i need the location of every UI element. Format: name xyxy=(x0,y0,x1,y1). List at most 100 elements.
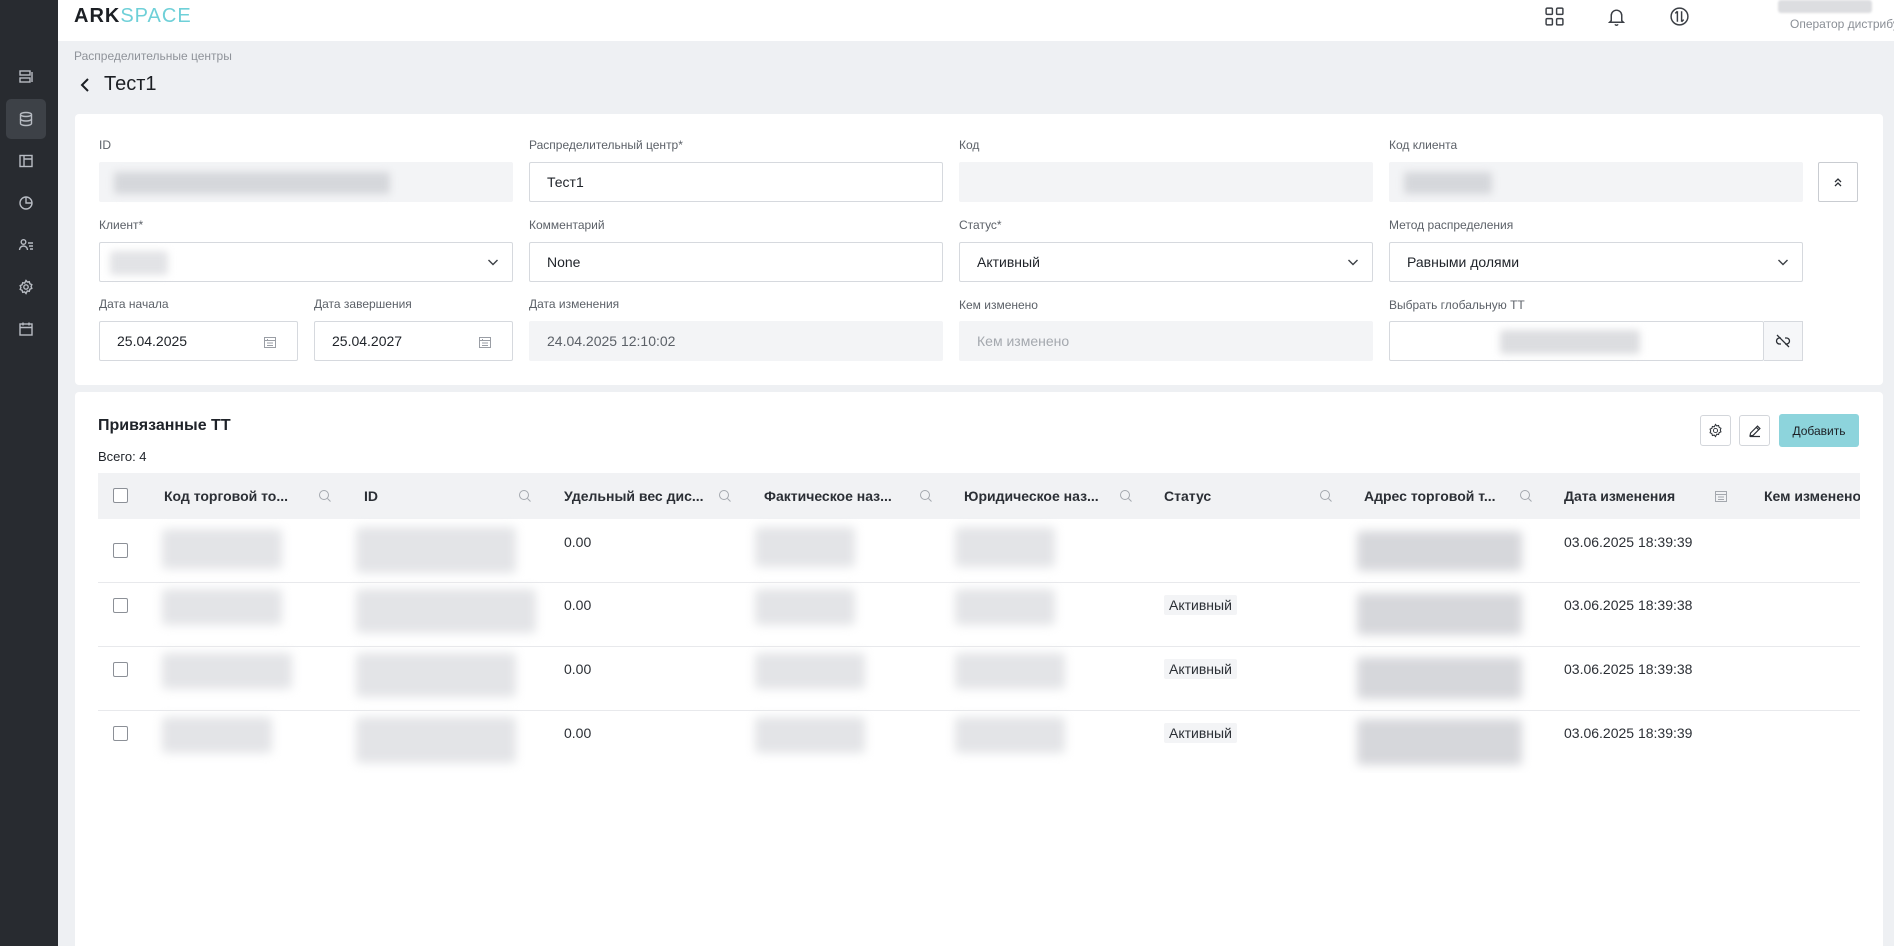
col-header-actual-name[interactable]: Фактическое наз... xyxy=(764,473,964,519)
row-checkbox[interactable] xyxy=(113,726,128,741)
col-header-address[interactable]: Адрес торговой т... xyxy=(1364,473,1564,519)
page-title: Тест1 xyxy=(104,73,157,95)
search-icon[interactable] xyxy=(518,489,532,503)
client-value-redacted xyxy=(110,251,168,275)
status-badge: Активный xyxy=(1164,723,1237,743)
legal-name-redacted xyxy=(955,589,1055,625)
modified-date-cell: 03.06.2025 18:39:39 xyxy=(1564,725,1693,741)
sidebar-item-users[interactable] xyxy=(6,225,46,265)
chevron-down-icon xyxy=(488,259,498,266)
col-header-id[interactable]: ID xyxy=(364,473,564,519)
method-label: Метод распределения xyxy=(1389,218,1514,232)
search-icon[interactable] xyxy=(718,489,732,503)
calendar-icon[interactable] xyxy=(478,335,492,349)
search-icon[interactable] xyxy=(1519,489,1533,503)
sidebar-item-database[interactable] xyxy=(6,99,46,139)
back-arrow-icon[interactable] xyxy=(78,77,94,93)
global-tt-value-redacted xyxy=(1500,330,1640,354)
distribution-center-form: ID Распределительный центр* Тест1 Код Ко… xyxy=(75,114,1883,385)
row-checkbox[interactable] xyxy=(113,662,128,677)
sidebar-item-calendar[interactable] xyxy=(6,309,46,349)
modified-by-placeholder: Кем изменено xyxy=(977,333,1070,349)
id-redacted xyxy=(356,653,516,697)
apps-grid-icon xyxy=(1544,6,1564,26)
search-icon[interactable] xyxy=(919,489,933,503)
code-field xyxy=(959,162,1373,202)
edit-button[interactable] xyxy=(1739,415,1770,446)
add-button[interactable]: Добавить xyxy=(1779,414,1859,447)
status-label: Статус* xyxy=(959,218,1002,232)
apps-grid-button[interactable] xyxy=(1542,4,1566,28)
pencil-icon xyxy=(1748,424,1761,437)
status-badge: Активный xyxy=(1164,659,1237,679)
select-all-checkbox[interactable] xyxy=(113,488,128,503)
search-icon[interactable] xyxy=(1119,489,1133,503)
distribution-method-select[interactable]: Равными долями xyxy=(1389,242,1803,282)
table-row[interactable]: 0.00 Активный 03.06.2025 18:39:38 xyxy=(98,647,1860,711)
sidebar-item-list[interactable] xyxy=(6,57,46,97)
col-header-modified-date[interactable]: Дата изменения xyxy=(1564,473,1764,519)
client-label: Клиент* xyxy=(99,218,144,232)
weight-cell: 0.00 xyxy=(564,725,592,741)
sidebar-item-layout[interactable] xyxy=(6,141,46,181)
unlink-button[interactable] xyxy=(1764,321,1803,361)
calendar-icon[interactable] xyxy=(1714,489,1728,503)
comment-label: Комментарий xyxy=(529,218,605,232)
sidebar-item-reports[interactable] xyxy=(6,183,46,223)
dc-name-value: Тест1 xyxy=(547,174,584,190)
table-row[interactable]: 0.00 03.06.2025 18:39:39 xyxy=(98,519,1860,583)
search-icon[interactable] xyxy=(318,489,332,503)
col-label: Адрес торговой т... xyxy=(1364,488,1496,504)
start-date-picker[interactable]: 25.04.2025 xyxy=(99,321,298,361)
global-tt-label: Выбрать глобальную ТТ xyxy=(1389,298,1525,312)
comment-input[interactable]: None xyxy=(529,242,943,282)
calendar-icon[interactable] xyxy=(263,335,277,349)
col-header-modified-by[interactable]: Кем изменено xyxy=(1764,473,1860,519)
global-tt-select[interactable] xyxy=(1389,321,1764,361)
list-icon xyxy=(19,70,33,83)
app-logo[interactable]: ARKSPACE xyxy=(74,5,192,28)
status-select[interactable]: Активный xyxy=(959,242,1373,282)
distribution-method-value: Равными долями xyxy=(1407,254,1520,270)
id-value-redacted xyxy=(114,172,390,194)
modified-date-field: 24.04.2025 12:10:02 xyxy=(529,321,943,361)
collapse-form-button[interactable] xyxy=(1818,162,1858,202)
col-header-status[interactable]: Статус xyxy=(1164,473,1364,519)
col-label: Фактическое наз... xyxy=(764,488,892,504)
notifications-button[interactable] xyxy=(1604,4,1628,28)
calendar-icon xyxy=(19,322,33,336)
end-date-label: Дата завершения xyxy=(314,297,412,311)
dc-label: Распределительный центр* xyxy=(529,138,683,152)
row-checkbox[interactable] xyxy=(113,543,128,558)
total-count: Всего: 4 xyxy=(98,449,147,464)
user-role: Оператор дистрибу... xyxy=(1790,17,1894,31)
tt-code-redacted xyxy=(162,589,282,625)
col-header-weight[interactable]: Удельный вес дис... xyxy=(564,473,764,519)
table-settings-button[interactable] xyxy=(1700,415,1731,446)
id-redacted xyxy=(356,589,536,633)
table-row[interactable]: 0.00 Активный 03.06.2025 18:39:38 xyxy=(98,583,1860,647)
actual-name-redacted xyxy=(755,589,855,625)
bell-icon xyxy=(1607,9,1625,26)
sidebar-item-settings[interactable] xyxy=(6,267,46,307)
row-checkbox[interactable] xyxy=(113,598,128,613)
search-icon[interactable] xyxy=(1319,489,1333,503)
pie-chart-icon xyxy=(19,196,33,210)
breadcrumb[interactable]: Распределительные центры xyxy=(74,49,232,63)
table-row[interactable]: 0.00 Активный 03.06.2025 18:39:39 xyxy=(98,711,1860,773)
dc-name-input[interactable]: Тест1 xyxy=(529,162,943,202)
address-redacted xyxy=(1357,531,1522,571)
user-menu[interactable]: Оператор дистрибу... xyxy=(1730,0,1894,36)
page-header: Тест1 xyxy=(78,73,157,96)
sync-button[interactable] xyxy=(1667,4,1691,28)
linked-tt-panel: Привязанные ТТ Всего: 4 Добавить Код тор… xyxy=(75,392,1883,946)
user-name-redacted xyxy=(1778,0,1872,13)
col-header-legal-name[interactable]: Юридическое наз... xyxy=(964,473,1164,519)
modified-date-cell: 03.06.2025 18:39:39 xyxy=(1564,534,1693,550)
col-header-tt-code[interactable]: Код торговой то... xyxy=(164,473,364,519)
client-select[interactable] xyxy=(99,242,513,282)
unlink-icon xyxy=(1775,334,1791,348)
col-label: ID xyxy=(364,488,378,504)
end-date-picker[interactable]: 25.04.2027 xyxy=(314,321,513,361)
database-icon xyxy=(19,111,33,127)
